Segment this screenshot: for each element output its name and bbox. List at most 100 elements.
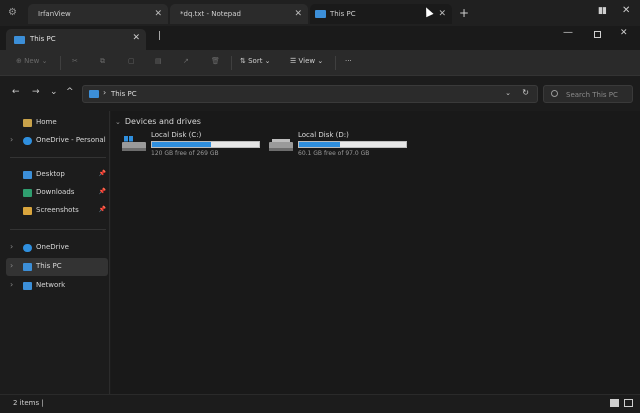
explorer-tab-this-pc[interactable]: This PC ✕ [6,29,146,50]
sidebar-item-network[interactable]: › Network [6,277,108,295]
chevron-down-icon[interactable]: ⌄ [505,89,511,97]
details-view-icon[interactable] [610,399,619,407]
new-label: New [24,57,40,65]
file-list-area: ⌄ Devices and drives Local Disk (C:) 120 … [111,111,640,394]
drive-icon [269,139,293,151]
cloud-icon [23,244,32,252]
os-tab-label: IrfanView [38,10,71,18]
recent-locations-chevron-icon[interactable]: ⌄ [50,87,58,97]
sidebar-item-screenshots[interactable]: Screenshots 📌 [6,202,108,220]
explorer-tab-label: This PC [30,35,56,43]
network-icon [23,282,32,290]
pin-icon[interactable]: 📌 [99,188,106,195]
drive-c[interactable]: Local Disk (C:) 120 GB free of 269 GB [121,131,261,161]
sidebar-item-onedrive[interactable]: › OneDrive [6,239,108,257]
delete-icon[interactable]: 🗑 [211,57,220,65]
sidebar-item-label: Downloads [36,188,75,196]
sidebar-item-this-pc[interactable]: › This PC [6,258,108,276]
chevron-right-icon[interactable]: › [10,280,13,289]
close-window-icon[interactable]: ✕ [622,5,630,16]
chevron-right-icon[interactable]: › [10,242,13,251]
new-tab-plus-icon[interactable]: + [459,6,469,20]
item-count: 2 items | [13,399,44,407]
chevron-right-icon[interactable]: › [10,135,13,144]
sort-label: Sort [248,57,263,65]
drive-free-space: 60.1 GB free of 97.0 GB [298,150,370,157]
pin-icon[interactable]: 📌 [99,170,106,177]
sidebar-item-home[interactable]: Home [6,114,108,132]
drive-usage-fill [299,142,340,147]
os-tab-bar: ⚙ IrfanView ✕ *dq.txt - Notepad ✕ This P… [0,0,640,26]
command-bar: ⊕ New ⌄ ✂ ⧉ ▢ ▤ ↗ 🗑 ⇅ Sort ⌄ ☰ View ⌄ ··… [0,50,640,76]
desktop-folder-icon [23,171,32,179]
share-icon[interactable]: ↗ [183,57,189,65]
sidebar-item-label: This PC [36,262,62,270]
computer-icon [23,263,32,271]
sidebar-item-label: Home [36,118,57,126]
up-arrow-icon[interactable]: ^ [66,87,74,97]
new-button[interactable]: ⊕ New ⌄ [16,57,47,65]
forward-arrow-icon[interactable]: → [32,87,40,97]
downloads-folder-icon [23,189,32,197]
home-icon [23,119,32,127]
section-title: Devices and drives [124,117,201,126]
sidebar-item-label: Network [36,281,66,289]
drive-free-space: 120 GB free of 269 GB [151,150,219,157]
cloud-icon [23,137,32,145]
cut-icon[interactable]: ✂ [72,57,78,65]
computer-icon [14,36,25,44]
paste-icon[interactable]: ▢ [128,57,135,65]
pause-icon[interactable]: ▮▮ [598,6,607,16]
navigation-pane: Home › OneDrive - Personal Desktop 📌 Dow… [0,111,110,394]
view-button[interactable]: ☰ View ⌄ [290,57,323,65]
devices-and-drives-header[interactable]: ⌄ Devices and drives [115,117,201,126]
tiles-view-icon[interactable] [624,399,633,407]
sidebar-item-desktop[interactable]: Desktop 📌 [6,166,108,184]
sidebar-item-label: OneDrive [36,243,69,251]
view-label: View [298,57,316,65]
sidebar-item-onedrive-personal[interactable]: › OneDrive - Personal [6,132,108,150]
drive-usage-bar [151,141,260,148]
new-explorer-tab-icon[interactable]: | [158,31,161,41]
os-tab-notepad[interactable]: *dq.txt - Notepad ✕ [170,4,308,24]
sidebar-divider [10,157,106,158]
close-icon[interactable]: ✕ [294,4,302,24]
folder-icon [23,207,32,215]
search-box[interactable] [543,85,633,103]
close-window-icon[interactable]: ✕ [620,28,628,38]
sidebar-item-downloads[interactable]: Downloads 📌 [6,184,108,202]
address-bar[interactable]: › This PC ⌄ ↻ [82,85,538,103]
sidebar-item-label: Desktop [36,170,65,178]
drive-windows-icon [122,136,146,151]
os-tab-irfanview[interactable]: IrfanView ✕ [28,4,168,24]
close-icon[interactable]: ✕ [154,4,162,24]
chevron-right-icon[interactable]: › [103,88,106,97]
maximize-icon[interactable] [594,31,601,38]
chevron-down-icon[interactable]: ⌄ [115,118,121,126]
more-options-button[interactable]: ··· [345,57,352,65]
os-tab-label: This PC [330,10,356,18]
settings-gear-icon[interactable]: ⚙ [8,8,18,18]
sort-button[interactable]: ⇅ Sort ⌄ [240,57,271,65]
address-text: This PC [111,90,137,98]
sidebar-item-label: OneDrive - Personal [36,136,106,144]
os-tab-label: *dq.txt - Notepad [180,10,241,18]
toolbar-divider [231,56,232,70]
drive-d[interactable]: Local Disk (D:) 60.1 GB free of 97.0 GB [268,131,408,161]
back-arrow-icon[interactable]: ← [12,87,20,97]
drive-name: Local Disk (C:) [151,131,202,139]
drive-usage-fill [152,142,211,147]
computer-icon [315,10,326,18]
close-icon[interactable]: ✕ [132,33,140,43]
computer-icon [89,90,99,98]
rename-icon[interactable]: ▤ [155,57,162,65]
pin-icon[interactable]: 📌 [99,206,106,213]
toolbar-divider [60,56,61,70]
close-icon[interactable]: ✕ [438,4,446,24]
sidebar-divider [10,229,106,230]
refresh-icon[interactable]: ↻ [522,88,529,97]
search-input[interactable] [566,89,630,100]
chevron-right-icon[interactable]: › [10,261,13,270]
copy-icon[interactable]: ⧉ [100,57,105,66]
minimize-icon[interactable]: — [563,27,573,38]
